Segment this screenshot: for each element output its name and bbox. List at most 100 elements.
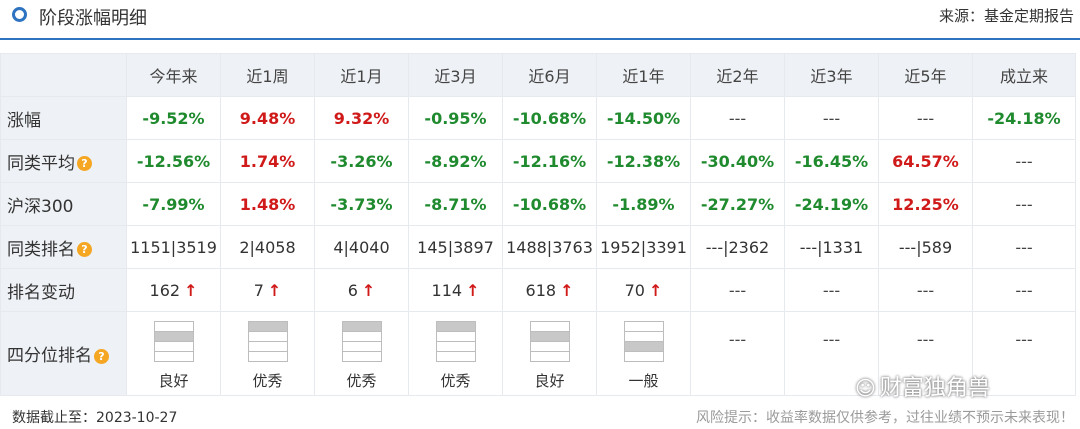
date-value: 2023-10-27 — [96, 410, 178, 426]
table-cell: --- — [878, 268, 973, 312]
quartile-box — [247, 341, 288, 352]
table-cell: 6 ↑ — [314, 268, 409, 312]
table-cell: 优秀 — [314, 311, 409, 396]
source-label: 来源： — [938, 7, 984, 25]
peer-average-label: 同类平均 — [7, 153, 75, 174]
quartile-chart — [153, 320, 194, 362]
table-cell: --- — [878, 96, 973, 140]
arrow-up-icon: ↑ — [267, 280, 282, 300]
quartile-text: 优秀 — [440, 371, 471, 390]
table-cell: -0.95% — [408, 96, 503, 140]
table-cell: -16.45% — [784, 139, 879, 183]
arrow-up-icon: ↑ — [560, 280, 574, 300]
table-cell: -12.38% — [596, 139, 691, 183]
rank-change-value: 162 — [149, 280, 181, 300]
row-peer-average: 同类平均? -12.56% 1.74% -3.26% -8.92% -12.16… — [0, 139, 1076, 183]
table-cell: -3.73% — [314, 182, 409, 226]
date-label: 数据截止至： — [12, 410, 96, 426]
arrow-up-icon: ↑ — [361, 280, 376, 300]
table-cell: 4|4040 — [314, 225, 409, 269]
table-cell: 1488|3763 — [502, 225, 597, 269]
table-cell: 9.48% — [220, 96, 315, 140]
quartile-text: 良好 — [534, 371, 565, 390]
quartile-box — [435, 331, 476, 342]
quartile-chart — [435, 320, 476, 362]
table-cell: -10.68% — [502, 96, 597, 140]
row-label-quartile: 四分位排名? — [0, 311, 127, 396]
quartile-box — [153, 331, 194, 342]
quartile-box — [247, 331, 288, 342]
quartile-text: 优秀 — [252, 371, 283, 390]
col-1y: 近1年 — [596, 53, 691, 97]
table-cell: --- — [972, 139, 1076, 183]
help-icon[interactable]: ? — [94, 348, 109, 364]
quartile-text: 一般 — [628, 371, 659, 390]
row-label-hs300: 沪深300 — [0, 182, 127, 226]
table-cell: 良好 — [126, 311, 221, 396]
table-cell: -9.52% — [126, 96, 221, 140]
row-hs300: 沪深300 -7.99% 1.48% -3.73% -8.71% -10.68%… — [0, 182, 1076, 226]
table-cell: --- — [972, 268, 1076, 312]
table-cell: 2|4058 — [220, 225, 315, 269]
rank-change-value: 6 — [347, 280, 358, 300]
section-header: 阶段涨幅明细 来源：基金定期报告 — [0, 0, 1080, 40]
quartile-box — [247, 320, 288, 332]
performance-table: 今年来 近1周 近1月 近3月 近6月 近1年 近2年 近3年 近5年 成立来 … — [0, 53, 1076, 396]
help-icon[interactable]: ? — [77, 156, 92, 171]
table-cell: -27.27% — [690, 182, 785, 226]
table-cell: -24.18% — [972, 96, 1076, 140]
source-info: 来源：基金定期报告 — [939, 5, 1074, 26]
quartile-box — [529, 341, 570, 352]
table-cell: --- — [972, 182, 1076, 226]
quartile-chart — [529, 320, 570, 362]
help-icon[interactable]: ? — [77, 242, 92, 257]
arrow-up-icon: ↑ — [466, 280, 480, 300]
col-3m: 近3月 — [408, 53, 503, 97]
col-1m: 近1月 — [314, 53, 409, 97]
table-cell: ---|1331 — [784, 225, 879, 269]
table-cell: -8.71% — [408, 182, 503, 226]
table-cell: -8.92% — [408, 139, 503, 183]
watermark: ☺ 财富独角兽 — [855, 370, 990, 402]
quartile-box — [341, 331, 382, 342]
quartile-box — [623, 331, 664, 342]
table-cell: -12.16% — [502, 139, 597, 183]
arrow-up-icon: ↑ — [648, 280, 663, 300]
table-cell: 64.57% — [878, 139, 973, 183]
table-cell: 70 ↑ — [596, 268, 691, 312]
table-cell: -14.50% — [596, 96, 691, 140]
header-row: 今年来 近1周 近1月 近3月 近6月 近1年 近2年 近3年 近5年 成立来 — [0, 53, 1076, 97]
quartile-box — [529, 351, 570, 362]
corner-cell — [0, 53, 127, 97]
col-1w: 近1周 — [220, 53, 315, 97]
quartile-box — [247, 351, 288, 362]
table-cell: -1.89% — [596, 182, 691, 226]
table-cell: -3.26% — [314, 139, 409, 183]
table-cell: ---|2362 — [690, 225, 785, 269]
rank-change-value: 114 — [431, 280, 463, 300]
table-cell: -24.19% — [784, 182, 879, 226]
risk-notice: 风险提示：收益率数据仅供参考，过往业绩不预示未来表现！ — [696, 410, 1074, 426]
table-cell: --- — [690, 311, 785, 396]
table-cell: --- — [690, 268, 785, 312]
data-date: 数据截止至：2023-10-27 — [12, 407, 177, 427]
table-cell: --- — [690, 96, 785, 140]
quartile-box — [341, 320, 382, 332]
col-6m: 近6月 — [502, 53, 597, 97]
table-cell: --- — [972, 225, 1076, 269]
table-cell: 优秀 — [220, 311, 315, 396]
quartile-box — [623, 320, 664, 332]
quartile-label: 四分位排名 — [7, 346, 92, 366]
watermark-text: 财富独角兽 — [879, 376, 990, 401]
peer-rank-label: 同类排名 — [7, 239, 75, 260]
table-cell: 9.32% — [314, 96, 409, 140]
source-value: 基金定期报告 — [983, 7, 1074, 25]
quartile-box — [623, 351, 664, 362]
table-cell: ---|589 — [878, 225, 973, 269]
quartile-box — [153, 320, 194, 332]
table-cell: --- — [784, 268, 879, 312]
row-rank-change: 排名变动 162 ↑ 7 ↑ 6 ↑ 114 ↑ 618 ↑ 70 ↑ --- --- --… — [0, 268, 1076, 312]
table-cell: 618 ↑ — [502, 268, 597, 312]
col-5y: 近5年 — [878, 53, 973, 97]
col-inception: 成立来 — [972, 53, 1076, 97]
